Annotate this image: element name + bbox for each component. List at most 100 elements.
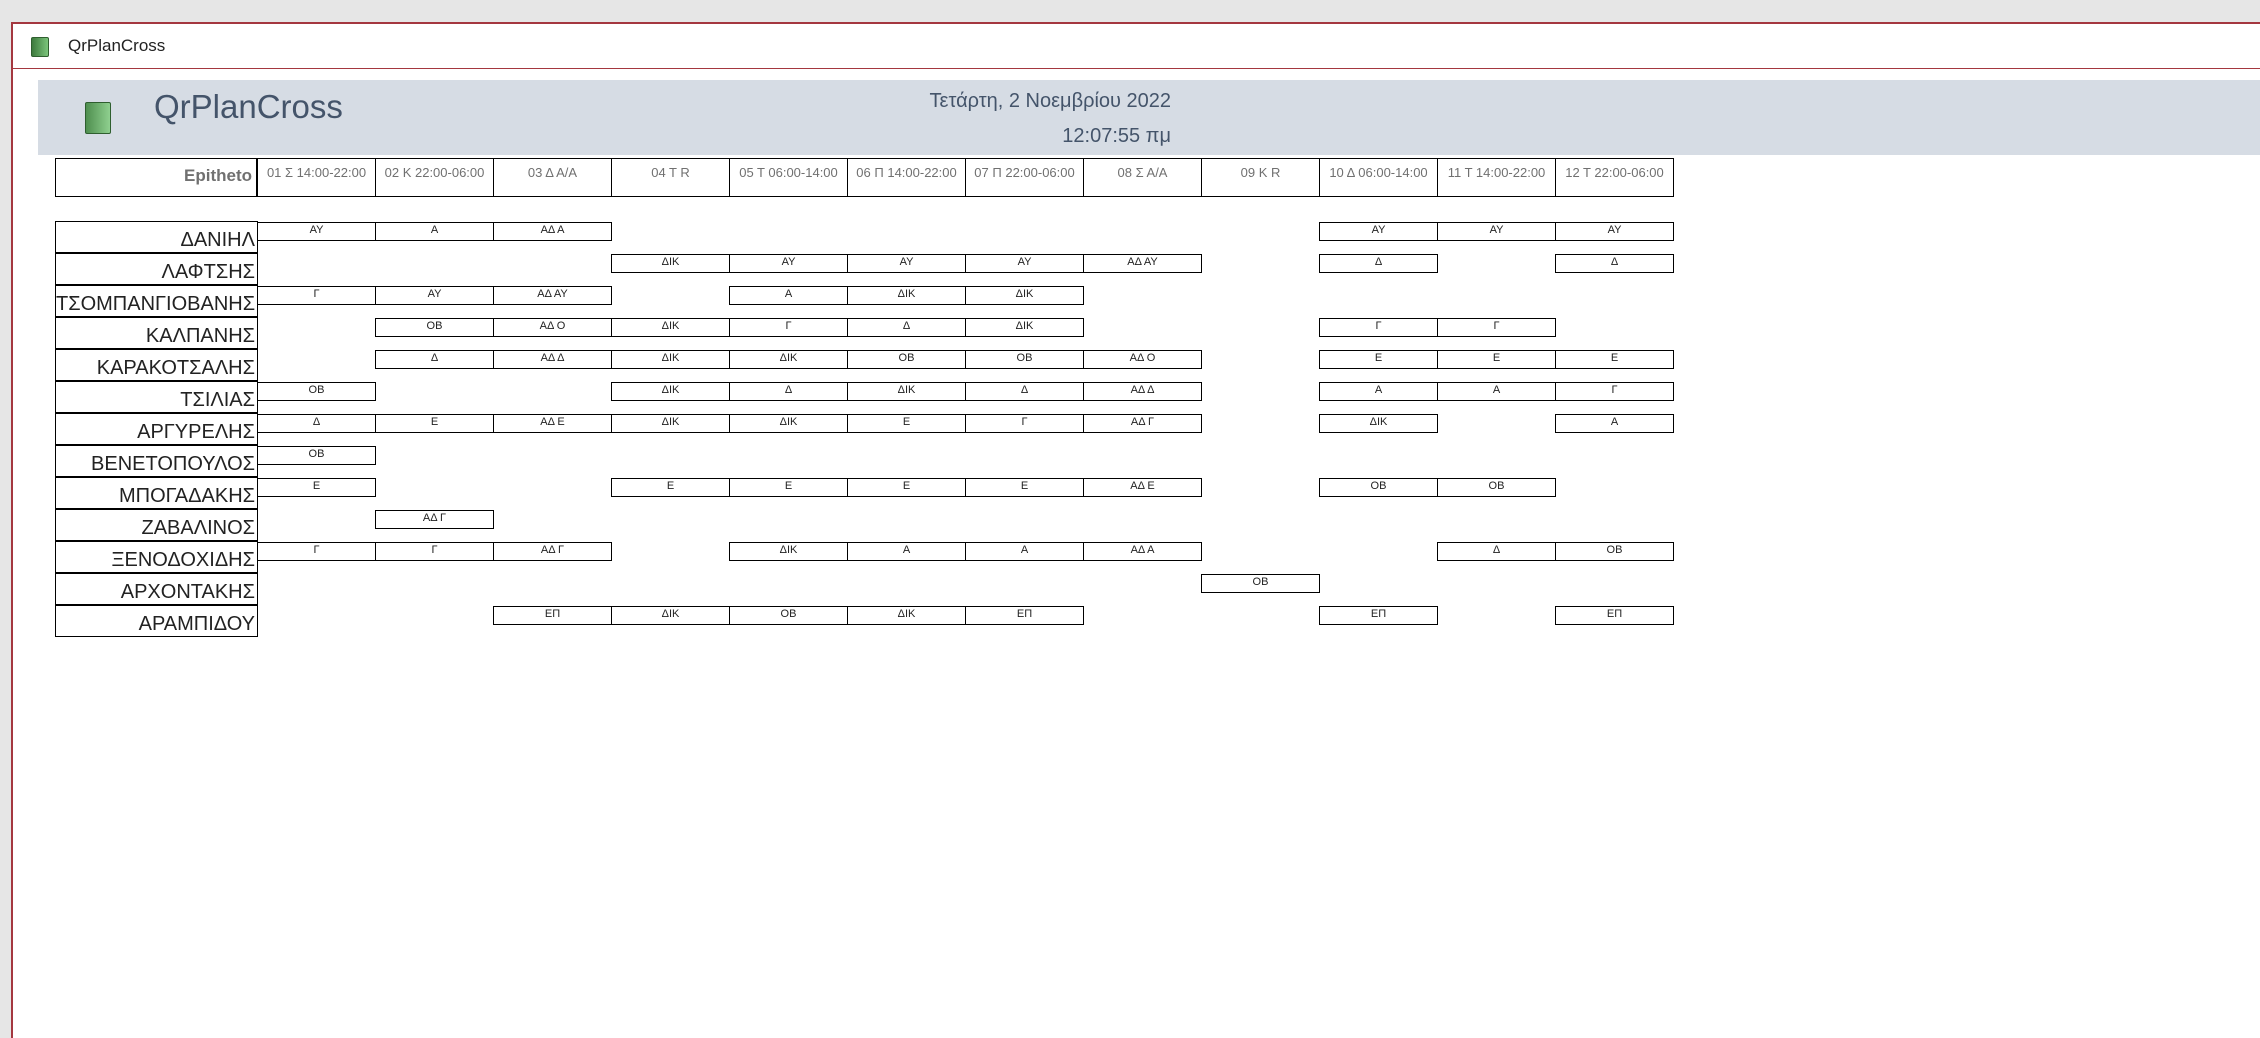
shift-cell: Γ xyxy=(965,414,1084,433)
column-header: 05 Τ 06:00-14:00 xyxy=(729,158,848,197)
shift-cell: Γ xyxy=(1437,318,1556,337)
row-name: ΑΡΧΟΝΤΑΚΗΣ xyxy=(55,573,258,605)
shift-cell: Γ xyxy=(1319,318,1438,337)
shift-cell: ΔΙΚ xyxy=(611,414,730,433)
shift-cell: ΑΔ Ο xyxy=(493,318,612,337)
shift-cell: Ε xyxy=(847,414,966,433)
shift-cell: ΔΙΚ xyxy=(611,382,730,401)
shift-cell: ΟΒ xyxy=(257,446,376,465)
column-header: 02 Κ 22:00-06:00 xyxy=(375,158,494,197)
shift-cell: Γ xyxy=(729,318,848,337)
shift-cell: ΑΔ Γ xyxy=(493,542,612,561)
shift-cell: ΟΒ xyxy=(1437,478,1556,497)
shift-cell: Α xyxy=(1319,382,1438,401)
shift-cell: ΟΒ xyxy=(847,350,966,369)
shift-cell: ΑΔ Δ xyxy=(493,350,612,369)
shift-cell: Δ xyxy=(1555,254,1674,273)
row-name: ΔΑΝΙΗΛ xyxy=(55,221,258,253)
shift-cell: ΑΥ xyxy=(1555,222,1674,241)
shift-cell: ΑΥ xyxy=(1319,222,1438,241)
column-header: 11 Τ 14:00-22:00 xyxy=(1437,158,1556,197)
report-icon xyxy=(85,102,111,134)
shift-cell: Δ xyxy=(965,382,1084,401)
shift-cell: Ε xyxy=(729,478,848,497)
shift-cell: ΔΙΚ xyxy=(611,350,730,369)
report-header: QrPlanCross Τετάρτη, 2 Νοεμβρίου 2022 12… xyxy=(38,80,2260,155)
shift-cell: ΟΒ xyxy=(1555,542,1674,561)
shift-cell: Α xyxy=(965,542,1084,561)
row-name: ΛΑΦΤΣΗΣ xyxy=(55,253,258,285)
report-time: 12:07:55 πμ xyxy=(1062,125,1171,147)
shift-cell: Δ xyxy=(375,350,494,369)
column-header: 08 Σ Α/Α xyxy=(1083,158,1202,197)
shift-cell: Α xyxy=(1555,414,1674,433)
shift-cell: Δ xyxy=(729,382,848,401)
row-name: ΚΑΡΑΚΟΤΣΑΛΗΣ xyxy=(55,349,258,381)
shift-cell: ΔΙΚ xyxy=(729,414,848,433)
column-header: 01 Σ 14:00-22:00 xyxy=(257,158,376,197)
shift-cell: Δ xyxy=(1437,542,1556,561)
shift-cell: Γ xyxy=(1555,382,1674,401)
shift-cell: ΔΙΚ xyxy=(1319,414,1438,433)
shift-cell: Ε xyxy=(611,478,730,497)
report-date: Τετάρτη, 2 Νοεμβρίου 2022 xyxy=(929,90,1171,112)
shift-cell: ΑΥ xyxy=(965,254,1084,273)
shift-cell: ΔΙΚ xyxy=(847,606,966,625)
shift-cell: ΟΒ xyxy=(257,382,376,401)
row-name: ΒΕΝΕΤΟΠΟΥΛΟΣ xyxy=(55,445,258,477)
shift-cell: ΑΔ Ε xyxy=(493,414,612,433)
shift-cell: Α xyxy=(1437,382,1556,401)
column-header-name: Epitheto xyxy=(55,158,257,197)
shift-cell: Δ xyxy=(257,414,376,433)
shift-cell: ΑΔ Δ xyxy=(1083,382,1202,401)
column-header: 04 T R xyxy=(611,158,730,197)
column-header: 03 Δ Α/Α xyxy=(493,158,612,197)
shift-cell: ΑΔ ΑΥ xyxy=(493,286,612,305)
column-header: 12 Τ 22:00-06:00 xyxy=(1555,158,1674,197)
report-icon xyxy=(31,37,49,57)
shift-cell: ΑΥ xyxy=(1437,222,1556,241)
shift-cell: ΟΒ xyxy=(375,318,494,337)
shift-cell: ΟΒ xyxy=(729,606,848,625)
shift-cell: ΟΒ xyxy=(1319,478,1438,497)
shift-cell: Γ xyxy=(257,542,376,561)
row-name: ΞΕΝΟΔΟΧΙΔΗΣ xyxy=(55,541,258,573)
shift-cell: ΑΔ Γ xyxy=(1083,414,1202,433)
shift-cell: ΑΔ Γ xyxy=(375,510,494,529)
document-tab[interactable]: QrPlanCross xyxy=(13,24,2260,69)
shift-cell: ΔΙΚ xyxy=(847,382,966,401)
shift-cell: Ε xyxy=(1319,350,1438,369)
column-header: 09 K R xyxy=(1201,158,1320,197)
shift-cell: ΕΠ xyxy=(1555,606,1674,625)
shift-cell: Ε xyxy=(375,414,494,433)
column-header: 07 Π 22:00-06:00 xyxy=(965,158,1084,197)
shift-cell: ΕΠ xyxy=(965,606,1084,625)
shift-cell: Ε xyxy=(965,478,1084,497)
shift-cell: ΔΙΚ xyxy=(611,606,730,625)
shift-cell: Α xyxy=(847,542,966,561)
row-name: ΤΣΟΜΠΑΝΓΙΟΒΑΝΗΣ xyxy=(55,285,258,317)
shift-cell: ΑΔ ΑΥ xyxy=(1083,254,1202,273)
shift-cell: ΑΥ xyxy=(729,254,848,273)
column-header: 06 Π 14:00-22:00 xyxy=(847,158,966,197)
shift-cell: Ε xyxy=(257,478,376,497)
shift-cell: ΔΙΚ xyxy=(729,542,848,561)
shift-cell: ΑΔ Α xyxy=(1083,542,1202,561)
shift-cell: ΟΒ xyxy=(1201,574,1320,593)
shift-cell: ΟΒ xyxy=(965,350,1084,369)
shift-cell: ΑΥ xyxy=(847,254,966,273)
row-name: ΑΡΓΥΡΕΛΗΣ xyxy=(55,413,258,445)
shift-cell: Γ xyxy=(375,542,494,561)
shift-cell: Α xyxy=(729,286,848,305)
shift-cell: ΔΙΚ xyxy=(847,286,966,305)
tab-title: QrPlanCross xyxy=(68,36,166,55)
shift-cell: ΔΙΚ xyxy=(965,318,1084,337)
shift-cell: ΔΙΚ xyxy=(965,286,1084,305)
shift-cell: Δ xyxy=(1319,254,1438,273)
shift-cell: ΑΔ Ο xyxy=(1083,350,1202,369)
shift-cell: Α xyxy=(375,222,494,241)
row-name: ΤΣΙΛΙΑΣ xyxy=(55,381,258,413)
shift-cell: ΑΔ Α xyxy=(493,222,612,241)
row-name: ΚΑΛΠΑΝΗΣ xyxy=(55,317,258,349)
shift-cell: ΔΙΚ xyxy=(611,254,730,273)
